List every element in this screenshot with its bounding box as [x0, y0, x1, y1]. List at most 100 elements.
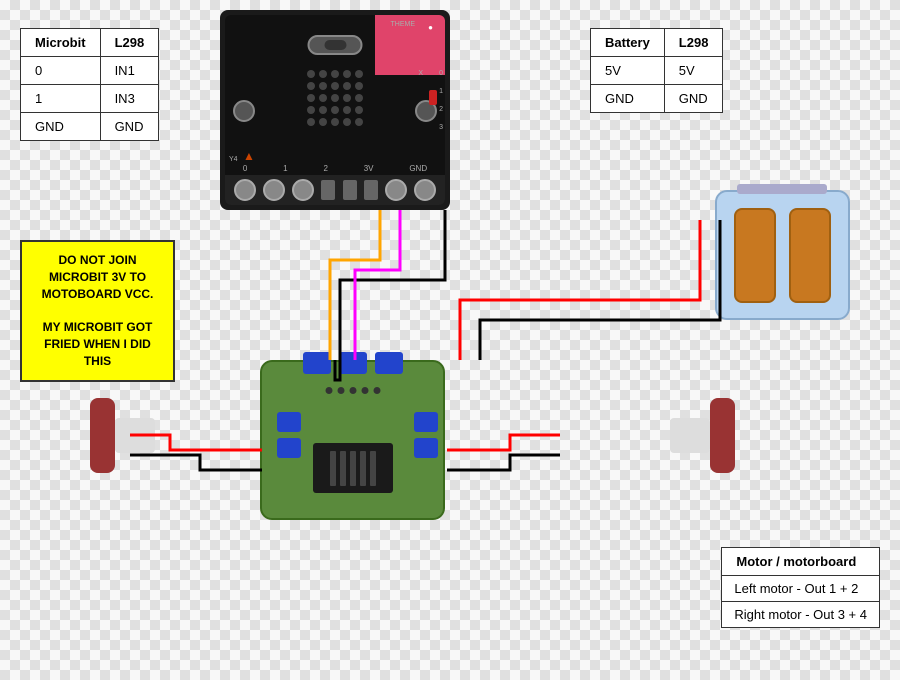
motor-table-header: Motor / motorboard — [722, 548, 880, 576]
led-0-3 — [343, 70, 351, 78]
edge-pin-gnd — [414, 179, 436, 201]
microbit-row2-col2: IN3 — [100, 85, 159, 113]
microbit-led-grid — [307, 70, 363, 126]
motorboard-right-connectors — [414, 412, 438, 458]
led-3-1 — [319, 106, 327, 114]
black-wire-battery-gnd — [480, 220, 720, 360]
battery-cell-1 — [734, 208, 776, 303]
microbit-row3-col1: GND — [21, 113, 101, 141]
blue-connector-3 — [375, 352, 403, 374]
microbit-edge-connector — [225, 175, 445, 205]
row-0-label: 0 — [439, 70, 443, 77]
battery-gnd-col2: GND — [664, 85, 723, 113]
led-4-1 — [319, 118, 327, 126]
led-3-0 — [307, 106, 315, 114]
microbit-usb-connector — [308, 35, 363, 55]
battery-table: Battery L298 5V 5V GND GND — [590, 28, 723, 113]
battery-5v-col2: 5V — [664, 57, 723, 85]
red-indicator — [429, 90, 437, 105]
motor-table: Motor / motorboard Left motor - Out 1 + … — [721, 547, 880, 628]
battery-pack — [715, 190, 850, 320]
blue-connector-2 — [339, 352, 367, 374]
microbit-board: THEME ● — [220, 10, 450, 210]
battery-l298-header: L298 — [664, 29, 723, 57]
edge-pin-small-3 — [364, 180, 378, 200]
right-wheel-hub — [670, 418, 710, 453]
chip-line-3 — [350, 451, 356, 486]
left-motor-row: Left motor - Out 1 + 2 — [722, 576, 880, 602]
pin-3v-label: 3V — [364, 164, 374, 173]
motorboard-chip — [313, 443, 393, 493]
led-3-3 — [343, 106, 351, 114]
pin-2-label: 2 — [323, 164, 327, 173]
pin-gnd-label: GND — [409, 164, 427, 173]
edge-pin-3v — [385, 179, 407, 201]
led-3-4 — [355, 106, 363, 114]
led-2-3 — [343, 94, 351, 102]
led-1-0 — [307, 82, 315, 90]
edge-pin-small-1 — [321, 180, 335, 200]
led-2-4 — [355, 94, 363, 102]
microbit-row2-col1: 1 — [21, 85, 101, 113]
orange-wire-pin0 — [330, 210, 380, 360]
microbit-button-a — [233, 100, 255, 122]
pin-0-label: 0 — [243, 164, 247, 173]
motorboard-left-connectors — [277, 412, 301, 458]
led-1-4 — [355, 82, 363, 90]
motorboard-top-connectors — [303, 352, 403, 374]
edge-pin-small-2 — [343, 180, 357, 200]
led-2-0 — [307, 94, 315, 102]
battery-5v-col1: 5V — [591, 57, 665, 85]
battery-terminals — [737, 184, 827, 194]
warning-text: DO NOT JOIN MICROBIT 3V TO MOTOBOARD VCC… — [42, 253, 154, 368]
battery-cell-2 — [789, 208, 831, 303]
motorboard — [260, 360, 445, 520]
triangle-indicator: ▲ — [243, 149, 255, 163]
red-wire-right-motor — [447, 435, 560, 450]
microbit-connector-hole — [324, 40, 346, 50]
chip-line-1 — [330, 451, 336, 486]
microbit-row-labels: 0 1 2 3 — [439, 70, 443, 131]
led-2-2 — [331, 94, 339, 102]
microbit-row3-col2: GND — [100, 113, 159, 141]
microbit-row1-col2: IN1 — [100, 57, 159, 85]
left-wheel-assembly — [90, 398, 155, 473]
battery-gnd-col1: GND — [591, 85, 665, 113]
blue-connector-1 — [303, 352, 331, 374]
led-3-2 — [331, 106, 339, 114]
chip-line-2 — [340, 451, 346, 486]
dot-4 — [361, 387, 368, 394]
right-motor-row: Right motor - Out 3 + 4 — [722, 602, 880, 628]
battery-col-header: Battery — [591, 29, 665, 57]
dot-1 — [325, 387, 332, 394]
y4-label: Y4 — [229, 156, 238, 163]
row-3-label: 3 — [439, 124, 443, 131]
l298-col-header: L298 — [100, 29, 159, 57]
pin-1-label: 1 — [283, 164, 287, 173]
led-0-0 — [307, 70, 315, 78]
small-connector-right-2 — [414, 438, 438, 458]
led-2-1 — [319, 94, 327, 102]
led-1-2 — [331, 82, 339, 90]
right-wheel-assembly — [670, 398, 735, 473]
led-4-2 — [331, 118, 339, 126]
chip-lines — [330, 451, 376, 486]
right-wheel-tire — [710, 398, 735, 473]
dot-5 — [373, 387, 380, 394]
edge-pin-large-0 — [234, 179, 256, 201]
led-1-3 — [343, 82, 351, 90]
microbit-row1-col1: 0 — [21, 57, 101, 85]
row-1-label: 1 — [439, 88, 443, 95]
chip-line-4 — [360, 451, 366, 486]
edge-pin-large-2 — [292, 179, 314, 201]
diagram-container: Microbit L298 0 IN1 1 IN3 GND GND Batter… — [0, 0, 900, 680]
pink-wire-pin1 — [355, 210, 400, 360]
dot-2 — [337, 387, 344, 394]
dot-3 — [349, 387, 356, 394]
warning-box: DO NOT JOIN MICROBIT 3V TO MOTOBOARD VCC… — [20, 240, 175, 382]
microbit-table: Microbit L298 0 IN1 1 IN3 GND GND — [20, 28, 159, 141]
chip-line-5 — [370, 451, 376, 486]
left-wheel-hub — [115, 418, 155, 453]
black-wire-right-motor — [447, 455, 560, 470]
red-wire-power — [460, 220, 700, 360]
